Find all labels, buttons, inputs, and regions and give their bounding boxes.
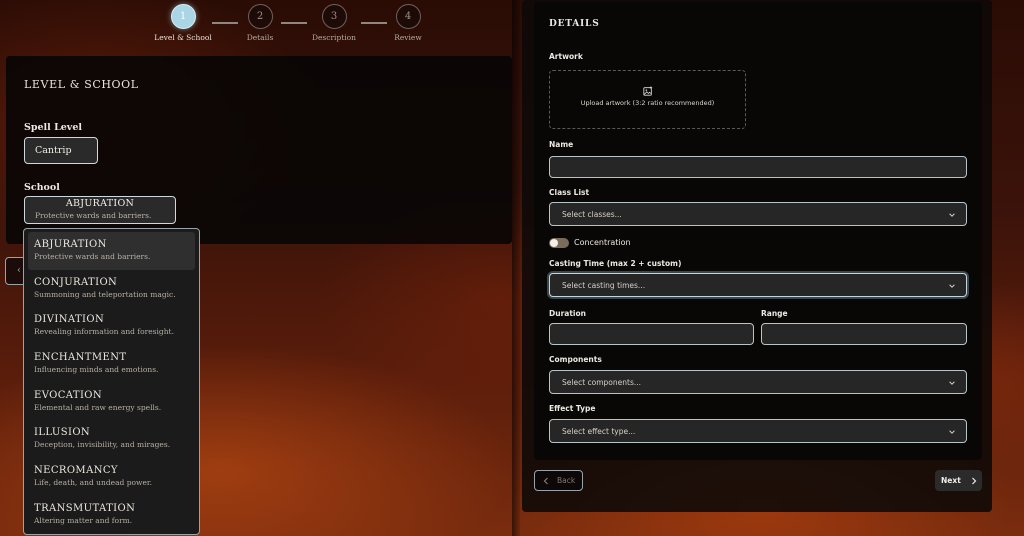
option-description: Revealing information and foresight. <box>34 327 174 337</box>
back-label: Back <box>557 476 576 485</box>
casting-time-placeholder: Select casting times... <box>562 281 646 290</box>
school-option-illusion[interactable]: ILLUSION Deception, invisibility, and mi… <box>28 420 195 458</box>
class-list-placeholder: Select classes... <box>562 210 622 219</box>
duration-input[interactable] <box>549 323 754 345</box>
school-option-enchantment[interactable]: ENCHANTMENT Influencing minds and emotio… <box>28 345 195 383</box>
step-description[interactable]: 3 Description <box>299 4 369 42</box>
range-input[interactable] <box>761 323 967 345</box>
name-input[interactable] <box>549 156 967 178</box>
step-number: 1 <box>170 4 196 29</box>
image-upload-icon <box>642 86 652 96</box>
school-option-conjuration[interactable]: CONJURATION Summoning and teleportation … <box>28 270 195 308</box>
school-select-name: ABJURATION <box>65 198 135 209</box>
option-description: Influencing minds and emotions. <box>34 365 159 375</box>
option-name: TRANSMUTATION <box>34 502 136 514</box>
next-label: Next <box>941 476 961 485</box>
effect-type-label: Effect Type <box>549 404 596 413</box>
concentration-label: Concentration <box>574 238 631 247</box>
effect-type-select[interactable]: Select effect type... <box>549 419 967 443</box>
option-description: Protective wards and barriers. <box>34 252 151 261</box>
step-label: Details <box>246 33 274 42</box>
range-label: Range <box>761 309 788 318</box>
step-label: Review <box>394 33 422 42</box>
school-label: School <box>24 182 60 193</box>
panel-divider <box>512 0 520 536</box>
option-name: CONJURATION <box>34 276 118 288</box>
option-name: ILLUSION <box>34 427 91 439</box>
casting-time-label: Casting Time (max 2 + custom) <box>549 259 682 268</box>
details-title: DETAILS <box>549 19 600 29</box>
step-review[interactable]: 4 Review <box>373 4 443 42</box>
components-label: Components <box>549 355 602 364</box>
step-number: 2 <box>247 4 273 29</box>
school-option-transmutation[interactable]: TRANSMUTATION Altering matter and form. <box>28 496 195 534</box>
chevron-down-icon <box>949 213 955 217</box>
school-option-abjuration[interactable]: ABJURATION Protective wards and barriers… <box>28 232 195 270</box>
step-number: 3 <box>321 4 347 29</box>
effect-type-placeholder: Select effect type... <box>562 427 636 436</box>
artwork-label: Artwork <box>549 52 583 61</box>
option-name: DIVINATION <box>34 314 105 326</box>
spell-level-select[interactable]: Cantrip <box>24 137 98 164</box>
option-description: Life, death, and undead power. <box>34 478 153 488</box>
step-label: Level & School <box>154 33 212 42</box>
name-label: Name <box>549 140 574 149</box>
components-placeholder: Select components... <box>562 378 642 387</box>
back-button[interactable]: Back <box>534 470 583 491</box>
chevron-down-icon <box>949 381 955 385</box>
option-name: ABJURATION <box>34 239 107 250</box>
duration-label: Duration <box>549 309 586 318</box>
details-card: DETAILS Artwork Upload artwork (3:2 rati… <box>534 2 982 460</box>
option-description: Altering matter and form. <box>34 515 133 525</box>
school-option-evocation[interactable]: EVOCATION Elemental and raw energy spell… <box>28 383 195 421</box>
option-description: Elemental and raw energy spells. <box>34 402 162 412</box>
option-name: NECROMANCY <box>34 465 118 477</box>
option-description: Summoning and teleportation magic. <box>34 289 176 299</box>
chevron-right-icon <box>971 477 977 484</box>
chevron-down-icon <box>949 284 955 288</box>
stepper: 1 Level & School 2 Details 3 Description… <box>148 4 438 44</box>
components-select[interactable]: Select components... <box>549 370 967 394</box>
step-level-school[interactable]: 1 Level & School <box>148 4 218 42</box>
option-description: Deception, invisibility, and mirages. <box>34 440 171 450</box>
upload-text: Upload artwork (3:2 ratio recommended) <box>580 99 715 107</box>
option-name: EVOCATION <box>34 389 103 401</box>
step-label: Description <box>311 33 357 42</box>
artwork-upload[interactable]: Upload artwork (3:2 ratio recommended) <box>549 70 746 129</box>
school-option-divination[interactable]: DIVINATION Revealing information and for… <box>28 307 195 345</box>
casting-time-select[interactable]: Select casting times... <box>549 273 967 297</box>
class-list-select[interactable]: Select classes... <box>549 202 967 226</box>
school-select[interactable]: ABJURATION Protective wards and barriers… <box>24 196 176 224</box>
school-option-necromancy[interactable]: NECROMANCY Life, death, and undead power… <box>28 458 195 496</box>
toggle-knob <box>550 239 558 247</box>
card-title: LEVEL & SCHOOL <box>24 78 139 91</box>
school-select-description: Protective wards and barriers. <box>35 211 152 220</box>
level-school-card: LEVEL & SCHOOL Spell Level Cantrip Schoo… <box>6 56 512 244</box>
concentration-toggle[interactable] <box>549 238 569 248</box>
next-button[interactable]: Next <box>935 470 982 491</box>
step-number: 4 <box>395 4 421 29</box>
chevron-down-icon <box>949 430 955 434</box>
class-list-label: Class List <box>549 188 590 197</box>
option-name: ENCHANTMENT <box>34 352 127 364</box>
school-dropdown-list: ABJURATION Protective wards and barriers… <box>23 228 200 535</box>
chevron-left-icon <box>543 477 548 484</box>
spell-level-label: Spell Level <box>24 122 82 133</box>
